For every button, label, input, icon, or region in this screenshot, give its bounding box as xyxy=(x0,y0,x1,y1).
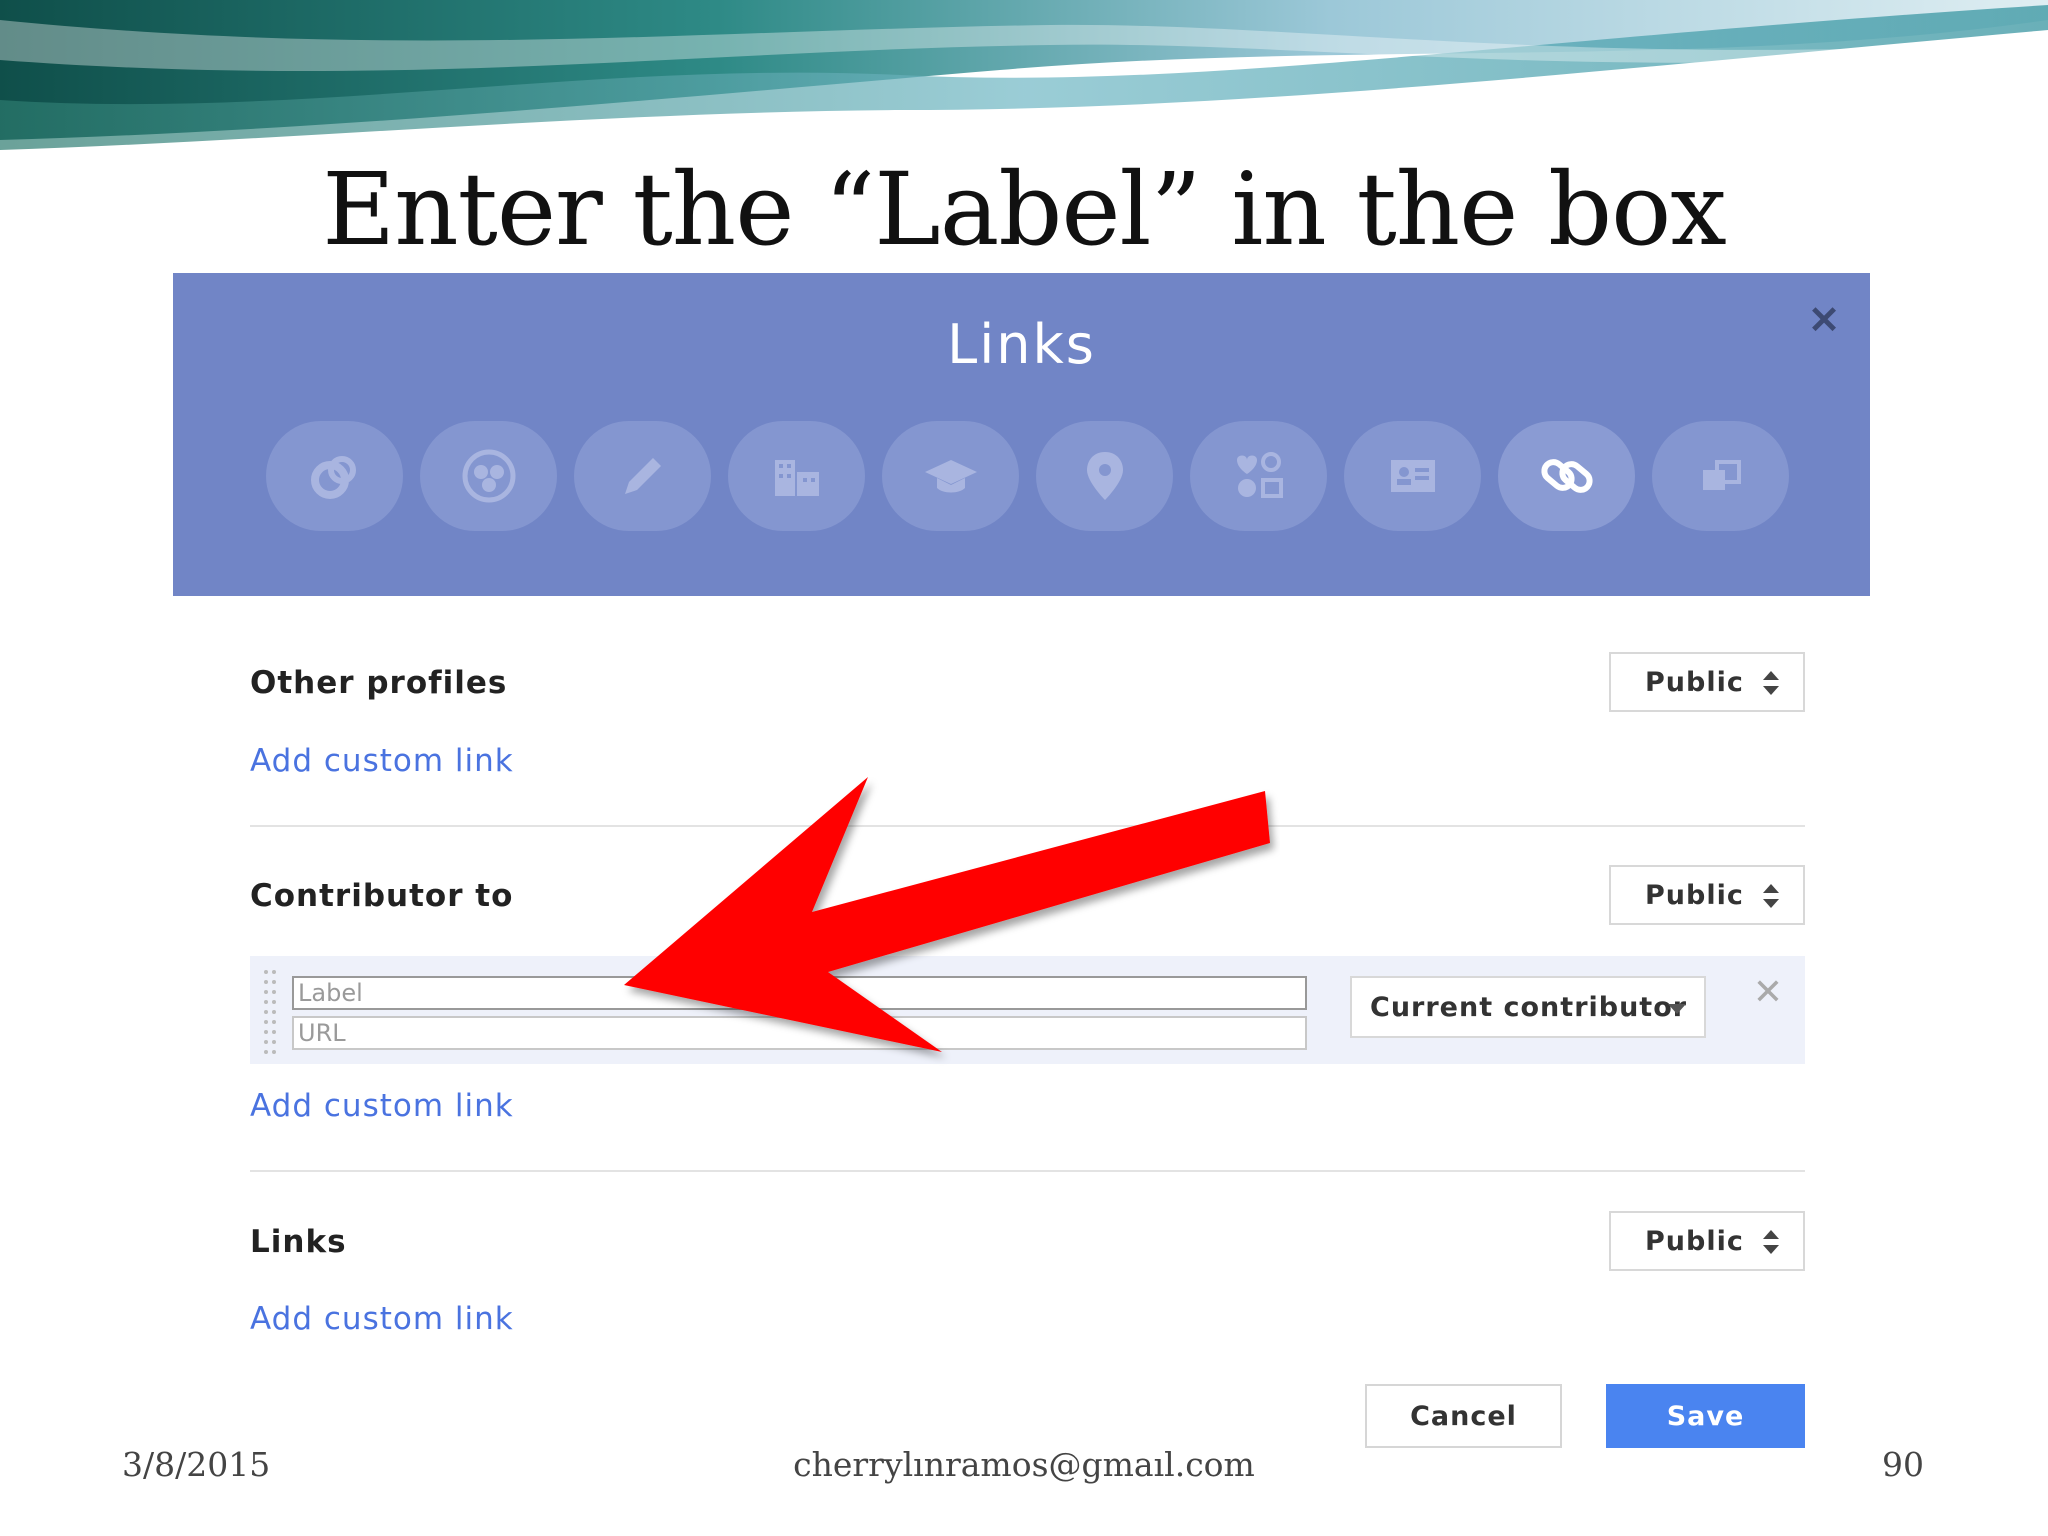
header-wave-decoration xyxy=(0,0,2048,160)
link-icon[interactable] xyxy=(1498,421,1635,531)
building-icon[interactable] xyxy=(728,421,865,531)
location-pin-icon[interactable] xyxy=(1036,421,1173,531)
sort-arrows-icon xyxy=(1763,884,1779,908)
visibility-value: Public xyxy=(1645,879,1744,911)
circles-icon[interactable] xyxy=(420,421,557,531)
drag-handle-icon[interactable] xyxy=(262,966,278,1058)
google-plus-icon[interactable] xyxy=(266,421,403,531)
visibility-value: Public xyxy=(1645,666,1744,698)
contributor-status-value: Current contributor xyxy=(1370,991,1688,1023)
footer-email: cherrylınramos@gmaıl.com xyxy=(793,1445,1255,1484)
dialog-header: Links ✕ xyxy=(173,273,1870,596)
visibility-select-contributor-to[interactable]: Public xyxy=(1609,865,1805,925)
pencil-icon[interactable] xyxy=(574,421,711,531)
slide-title: Enter the “Label” in the box xyxy=(322,151,1727,268)
dialog-title: Links xyxy=(947,313,1096,376)
red-arrow-annotation xyxy=(624,777,1270,1052)
chevron-down-icon xyxy=(1668,1004,1686,1014)
graduation-cap-icon[interactable] xyxy=(882,421,1019,531)
page-number: 90 xyxy=(1882,1445,1924,1484)
add-custom-link-other-profiles[interactable]: Add custom link xyxy=(250,743,514,779)
add-custom-link-links[interactable]: Add custom link xyxy=(250,1301,514,1337)
add-custom-link-contributor-to[interactable]: Add custom link xyxy=(250,1088,514,1124)
remove-link-icon[interactable]: ✕ xyxy=(1750,974,1786,1010)
save-button[interactable]: Save xyxy=(1606,1384,1805,1448)
visibility-select-links[interactable]: Public xyxy=(1609,1211,1805,1271)
sort-arrows-icon xyxy=(1763,671,1779,695)
cancel-button[interactable]: Cancel xyxy=(1365,1384,1562,1448)
section-label-contributor-to: Contributor to xyxy=(250,878,514,914)
section-label-links: Links xyxy=(250,1224,347,1260)
category-icon-row xyxy=(266,408,1789,545)
section-label-other-profiles: Other profiles xyxy=(250,665,508,701)
visibility-value: Public xyxy=(1645,1225,1744,1257)
close-icon[interactable]: ✕ xyxy=(1804,301,1844,341)
contributor-status-select[interactable]: Current contributor xyxy=(1350,976,1706,1038)
sort-arrows-icon xyxy=(1763,1230,1779,1254)
basic-info-icon[interactable] xyxy=(1190,421,1327,531)
contact-card-icon[interactable] xyxy=(1344,421,1481,531)
visibility-select-other-profiles[interactable]: Public xyxy=(1609,652,1805,712)
section-divider xyxy=(250,1170,1805,1172)
more-icon[interactable] xyxy=(1652,421,1789,531)
